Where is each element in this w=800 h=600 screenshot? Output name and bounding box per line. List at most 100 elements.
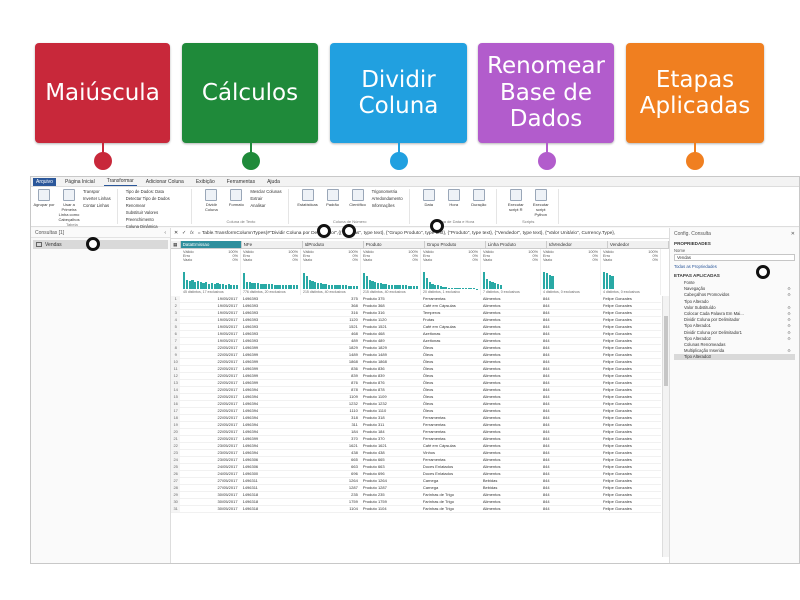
marker-formula-2[interactable] [342, 224, 356, 238]
table-row[interactable]: 14 22/05/2017 1496394 878 Produto 878 Óleos Al… [171, 387, 661, 394]
ribbon-button[interactable]: Hora [443, 189, 465, 207]
table-row[interactable]: 30 30/05/2017 1496318 1759 Produto 1759 Farin… [171, 499, 661, 506]
table-row[interactable]: 26 24/05/2017 1496300 696 Produto 696 Doces E… [171, 471, 661, 478]
drop-target-etapas-aplicadas[interactable] [686, 152, 704, 170]
ribbon-list-item[interactable]: Inverter Linhas [83, 196, 111, 201]
column-header[interactable]: Grupo Produto [425, 241, 486, 248]
table-row[interactable]: 1 19/05/2017 1496393 375 Produto 375 Ferramen… [171, 296, 661, 303]
table-row[interactable]: 2 19/05/2017 1496393 368 Produto 368 Café em … [171, 303, 661, 310]
ribbon-list-item[interactable]: Detectar Tipo de Dados [126, 196, 186, 201]
table-row[interactable]: 19 22/05/2017 1496394 311 Produto 311 Ferrame… [171, 422, 661, 429]
close-icon[interactable]: ✕ [791, 231, 795, 237]
table-row[interactable]: 4 19/05/2017 1496393 1120 Produto 1120 Frutas… [171, 317, 661, 324]
menu-item[interactable]: Página Inicial [62, 178, 98, 186]
ribbon-button[interactable]: Executar script R [505, 189, 527, 217]
column-header[interactable]: Vendedor [608, 241, 669, 248]
table-menu-icon[interactable]: ▦ [171, 241, 181, 248]
table-row[interactable]: 6 19/05/2017 1496393 468 Produto 468 Azeitona… [171, 331, 661, 338]
table-row[interactable]: 23 23/05/2017 1496394 438 Produto 438 Vinhos A… [171, 450, 661, 457]
table-row[interactable]: 3 19/05/2017 1496393 316 Produto 316 Temperos… [171, 310, 661, 317]
ribbon-list-item[interactable]: Mesclar Colunas [250, 189, 281, 194]
ribbon-button[interactable]: Agrupar por [33, 189, 55, 222]
ribbon-button[interactable]: Executar script Python [530, 189, 552, 217]
column-header[interactable]: DataEmissao [180, 241, 242, 248]
table-row[interactable]: 15 22/05/2017 1496394 1109 Produto 1109 Óleos… [171, 394, 661, 401]
marker-formula-1[interactable] [317, 224, 331, 238]
gear-icon[interactable]: ⚙ [787, 292, 791, 298]
table-row[interactable]: 20 22/05/2017 1496394 184 Produto 184 Ferrame… [171, 429, 661, 436]
drop-target-dividir-coluna[interactable] [390, 152, 408, 170]
ribbon-button[interactable]: Científico [347, 189, 369, 208]
gear-icon[interactable]: ⚙ [787, 336, 791, 342]
collapse-icon[interactable]: ‹ [164, 230, 166, 236]
menu-item[interactable]: Ferramentas [224, 178, 258, 186]
cancel-icon[interactable]: ✕ [174, 231, 178, 236]
table-row[interactable]: 10 22/05/2017 1496399 1868 Produto 1868 Óleos… [171, 359, 661, 366]
table-row[interactable]: 11 22/05/2017 1496399 836 Produto 836 Óleos Al… [171, 366, 661, 373]
ribbon-list-item[interactable]: Tipo de Dados: Data [126, 189, 186, 194]
ribbon-list-item[interactable]: Extrair [250, 196, 281, 201]
applied-step[interactable]: Tipo Alterado3 [674, 354, 795, 361]
vertical-scrollbar[interactable] [662, 296, 669, 557]
gear-icon[interactable]: ⚙ [787, 348, 791, 354]
formula-bar[interactable]: ✕ ✓ fx = Table.TransformColumnTypes(#"Di… [171, 228, 669, 239]
table-row[interactable]: 9 22/05/2017 1496399 1489 Produto 1489 Óleos A… [171, 352, 661, 359]
ribbon-list-item[interactable]: Arredondamento [372, 196, 403, 201]
table-row[interactable]: 22 23/05/2017 1496394 1621 Produto 1621 Café … [171, 443, 661, 450]
menu-item[interactable]: Ajuda [264, 178, 283, 186]
table-row[interactable]: 13 22/05/2017 1496399 876 Produto 876 Óleos Al… [171, 380, 661, 387]
column-header[interactable]: NFe [242, 241, 303, 248]
ribbon-list-item[interactable]: Preenchimento [126, 217, 186, 222]
ribbon-button[interactable]: Estatísticas [297, 189, 319, 208]
all-properties-link[interactable]: Todas as Propriedades [674, 264, 795, 269]
query-item-vendas[interactable]: Vendas [33, 240, 168, 249]
marker-ribbon[interactable] [430, 219, 444, 233]
marker-queries[interactable] [86, 237, 100, 251]
scroll-thumb[interactable] [664, 316, 668, 386]
drop-target-calculos[interactable] [242, 152, 260, 170]
table-row[interactable]: 7 19/05/2017 1496393 489 Produto 489 Azeitona… [171, 338, 661, 345]
ribbon-button[interactable]: Duração [468, 189, 490, 207]
confirm-icon[interactable]: ✓ [182, 231, 186, 236]
table-row[interactable]: 5 19/05/2017 1496393 1521 Produto 1521 Café e… [171, 324, 661, 331]
menu-item[interactable]: Adicionar Coluna [143, 178, 187, 186]
ribbon-list-item[interactable]: Analisar [250, 203, 281, 208]
table-row[interactable]: 31 30/05/2017 1496318 1104 Produto 1104 Farin… [171, 506, 661, 513]
ribbon-list-item[interactable]: Trigonometria [372, 189, 403, 194]
table-row[interactable]: 21 22/05/2017 1496399 370 Produto 370 Ferrame… [171, 436, 661, 443]
ribbon-button[interactable]: Padrão [322, 189, 344, 208]
table-cell: 1868 [348, 359, 358, 364]
column-header[interactable]: Linha Produto [486, 241, 547, 248]
drop-target-maiuscula[interactable] [94, 152, 112, 170]
table-row[interactable]: 24 23/05/2017 1496306 665 Produto 665 Ferrame… [171, 457, 661, 464]
drop-target-renomear-base[interactable] [538, 152, 556, 170]
column-header[interactable]: IdVendedor [547, 241, 608, 248]
ribbon-button[interactable]: Formato [225, 189, 247, 212]
ribbon-button[interactable]: Usar a Primeira Linha como Cabeçalhos [58, 189, 80, 222]
menu-item[interactable]: Exibição [193, 178, 218, 186]
table-row[interactable]: 25 24/05/2017 1496306 663 Produto 663 Doces E… [171, 464, 661, 471]
ribbon-list-item[interactable]: Renomear [126, 203, 186, 208]
ribbon-list-item[interactable]: Contar Linhas [83, 203, 111, 208]
table-row[interactable]: 12 22/05/2017 1496399 839 Produto 839 Óleos Al… [171, 373, 661, 380]
name-field[interactable]: Vendas [674, 254, 795, 261]
ribbon-list-item[interactable]: Substituir Valores [126, 210, 186, 215]
column-header[interactable]: IdProduto [303, 241, 364, 248]
table-row[interactable]: 27 27/05/2017 1496311 1264 Produto 1264 Carne… [171, 478, 661, 485]
table-row[interactable]: 18 22/05/2017 1496394 318 Produto 318 Ferrame… [171, 415, 661, 422]
marker-properties[interactable] [756, 265, 770, 279]
ribbon-button[interactable]: Dividir Coluna [200, 189, 222, 212]
menu-item[interactable]: Transformar [103, 177, 137, 186]
table-row[interactable]: 29 30/05/2017 1496318 235 Produto 235 Farinha… [171, 492, 661, 499]
column-header[interactable]: Produto [364, 241, 425, 248]
ribbon-group-label: Coluna de Texto [226, 219, 256, 224]
ribbon-list-item[interactable]: Transpor [83, 189, 111, 194]
ribbon-button[interactable]: Data [418, 189, 440, 207]
menu-item[interactable]: Arquivo [33, 177, 56, 186]
table-row[interactable]: 8 22/05/2017 1496399 1829 Produto 1829 Óleos A… [171, 345, 661, 352]
table-row[interactable]: 16 22/05/2017 1496394 1232 Produto 1232 Óleos… [171, 401, 661, 408]
formula-text[interactable]: = Table.TransformColumnTypes(#"Dividir C… [198, 231, 615, 236]
table-row[interactable]: 28 27/05/2017 1496311 1287 Produto 1287 Carne… [171, 485, 661, 492]
ribbon-list-item[interactable]: Informações [372, 203, 403, 208]
table-row[interactable]: 17 22/05/2017 1496394 1110 Produto 1110 Óleos… [171, 408, 661, 415]
